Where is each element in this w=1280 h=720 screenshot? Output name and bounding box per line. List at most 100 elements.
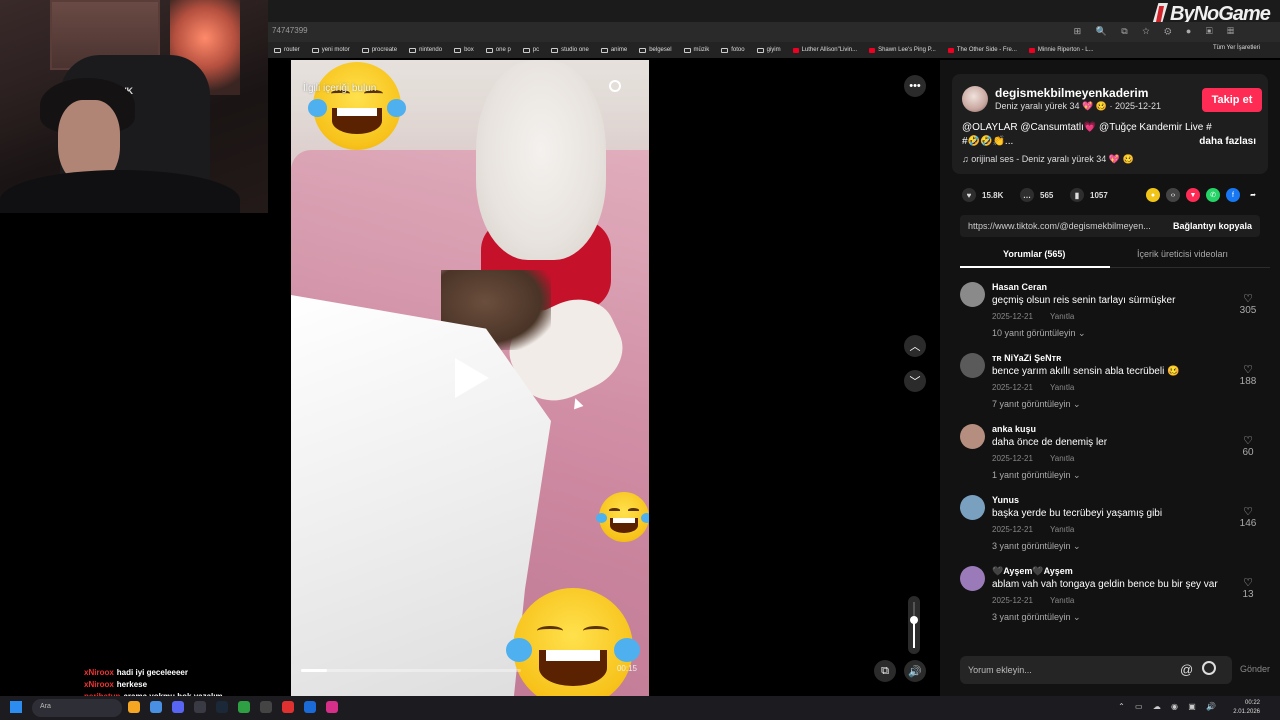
view-replies-button[interactable]: 1 yanıt görüntüleyin ⌄ xyxy=(992,470,1081,481)
app-icon[interactable] xyxy=(260,701,272,713)
picture-in-picture-icon[interactable]: ⧉ xyxy=(874,660,896,682)
send-to-friends-icon[interactable]: ▼ xyxy=(1186,188,1200,202)
like-action[interactable]: ♥ 15.8K xyxy=(962,188,1003,202)
browser-extension-icons[interactable]: ⊞ 🔍 ⧉ ☆ ⚙ ● ▣ ▦ xyxy=(1074,26,1240,37)
comment-like[interactable]: ♡ 188 xyxy=(1236,363,1260,387)
view-replies-button[interactable]: 7 yanıt görüntüleyin ⌄ xyxy=(992,399,1081,410)
bookmark-folder[interactable]: fotoo xyxy=(721,47,745,53)
app-icon[interactable] xyxy=(304,701,316,713)
reply-button[interactable]: Yanıtla xyxy=(1050,596,1074,605)
commenter-avatar[interactable] xyxy=(960,282,985,307)
windows-start-icon[interactable] xyxy=(10,701,22,713)
settings-icon[interactable] xyxy=(194,701,206,713)
commenter-name[interactable]: ᴛʀ NiYaZi ŞeNᴛʀ xyxy=(992,353,1061,363)
app-icon[interactable] xyxy=(282,701,294,713)
previous-video-chevron-up-icon[interactable]: ︿ xyxy=(904,335,926,357)
creator-username[interactable]: degismekbilmeyenkaderim xyxy=(995,86,1148,100)
address-bar[interactable]: 74747399 ⊞ 🔍 ⧉ ☆ ⚙ ● ▣ ▦ xyxy=(268,22,1280,42)
save-action[interactable]: ▮ 1057 xyxy=(1070,188,1108,202)
comment-like[interactable]: ♡ 13 xyxy=(1236,576,1260,600)
commenter-avatar[interactable] xyxy=(960,353,985,378)
bookmark-folder[interactable]: yeni motor xyxy=(311,47,350,53)
comment-action[interactable]: … 565 xyxy=(1020,188,1053,202)
reply-button[interactable]: Yanıtla xyxy=(1050,383,1074,392)
bookmark-folder[interactable]: one p xyxy=(485,47,511,53)
view-replies-button[interactable]: 3 yanıt görüntüleyin ⌄ xyxy=(992,541,1081,552)
share-arrow-icon[interactable]: ➦ xyxy=(1246,188,1260,202)
taskbar-clock[interactable]: 00:22 2.01.2026 xyxy=(1233,699,1260,717)
bookmark-folder[interactable]: procreate xyxy=(361,47,398,53)
bookmark-youtube-item[interactable]: Shawn Lee's Ping P... xyxy=(869,47,936,53)
system-tray-icons[interactable]: ⌃ ▭ ☁ ◉ ▣ 🔊 xyxy=(1118,702,1220,711)
tab-creator-videos[interactable]: İçerik üreticisi videoları xyxy=(1137,249,1228,259)
related-search-bar[interactable]: İlgili içeriği bulun xyxy=(303,78,639,98)
instagram-icon[interactable] xyxy=(326,701,338,713)
more-options-icon[interactable]: ••• xyxy=(904,75,926,97)
view-replies-button[interactable]: 10 yanıt görüntüleyin ⌄ xyxy=(992,328,1086,339)
comment-text: başka yerde bu tecrübeyi yaşamış gibi xyxy=(992,508,1163,519)
folder-icon xyxy=(683,47,691,53)
volume-knob[interactable] xyxy=(910,616,918,624)
send-button[interactable]: Gönder xyxy=(1240,664,1270,674)
taskbar-search[interactable]: Ara xyxy=(32,699,122,717)
comment-item: 🖤Ayşem🖤Ayşem ablam vah vah tongaya geldin… xyxy=(960,566,1260,634)
volume-slider[interactable] xyxy=(908,596,920,654)
bookmark-folder[interactable]: belgesel xyxy=(639,47,672,53)
discord-icon[interactable] xyxy=(172,701,184,713)
reply-button[interactable]: Yanıtla xyxy=(1050,312,1074,321)
all-bookmarks-folder[interactable]: Tüm Yer İşaretleri xyxy=(1213,45,1260,51)
bookmark-label: The Other Side - Fre... xyxy=(956,47,1017,53)
follow-button[interactable]: Takip et xyxy=(1202,88,1262,112)
bookmark-youtube-item[interactable]: The Other Side - Fre... xyxy=(947,47,1017,53)
browser-icon[interactable] xyxy=(150,701,162,713)
reply-button[interactable]: Yanıtla xyxy=(1050,525,1074,534)
bookmark-youtube-item[interactable]: Luther Allison"Livin... xyxy=(792,47,857,53)
bookmark-folder[interactable]: box xyxy=(454,47,474,53)
bookmark-label: procreate xyxy=(371,47,398,53)
file-explorer-icon[interactable] xyxy=(128,701,140,713)
whatsapp-icon[interactable]: ✆ xyxy=(1206,188,1220,202)
comment-like[interactable]: ♡ 60 xyxy=(1236,434,1260,458)
coin-gift-icon[interactable]: ● xyxy=(1146,188,1160,202)
bookmark-folder[interactable]: router xyxy=(274,47,300,53)
comment-like[interactable]: ♡ 305 xyxy=(1236,292,1260,316)
facebook-icon[interactable]: f xyxy=(1226,188,1240,202)
volume-icon[interactable]: 🔊 xyxy=(904,660,926,682)
reply-button[interactable]: Yanıtla xyxy=(1050,454,1074,463)
commenter-name[interactable]: Yunus xyxy=(992,495,1019,505)
video-link[interactable]: https://www.tiktok.com/@degismekbilmeyen… xyxy=(968,221,1158,231)
video-player[interactable]: İlgili içeriği bulun 00:15 xyxy=(291,60,649,696)
copy-link-button[interactable]: Bağlantıyı kopyala xyxy=(1173,221,1252,231)
bookmarks-bar: router yeni motor procreate nintendo box one … xyxy=(268,42,1280,58)
comment-like[interactable]: ♡ 146 xyxy=(1236,505,1260,529)
bookmark-folder[interactable]: müzik xyxy=(683,47,709,53)
commenter-avatar[interactable] xyxy=(960,495,985,520)
commenter-name[interactable]: anka kuşu xyxy=(992,424,1036,434)
show-more-button[interactable]: daha fazlası xyxy=(1199,136,1256,147)
app-icon[interactable] xyxy=(238,701,250,713)
video-progress-bar[interactable] xyxy=(301,669,521,672)
commenter-name[interactable]: 🖤Ayşem🖤Ayşem xyxy=(992,566,1073,577)
bookmark-folder[interactable]: nintendo xyxy=(409,47,442,53)
bookmark-folder[interactable]: anime xyxy=(600,47,627,53)
steam-icon[interactable] xyxy=(216,701,228,713)
play-icon[interactable] xyxy=(455,358,489,398)
bookmark-youtube-item[interactable]: Minnie Riperton - L... xyxy=(1028,47,1094,53)
embed-code-icon[interactable]: ‹› xyxy=(1166,188,1180,202)
bookmark-folder[interactable]: pc xyxy=(522,47,539,53)
creator-avatar[interactable] xyxy=(962,86,988,112)
music-label[interactable]: ♫ orijinal ses - Deniz yaralı yürek 34 💖… xyxy=(962,154,1134,165)
tab-comments[interactable]: Yorumlar (565) xyxy=(1003,249,1065,259)
heart-outline-icon: ♡ xyxy=(1243,293,1253,305)
bookmark-folder[interactable]: giyim xyxy=(756,47,781,53)
bookmark-folder[interactable]: studio one xyxy=(551,47,589,53)
commenter-avatar[interactable] xyxy=(960,424,985,449)
emoji-icon[interactable] xyxy=(1202,661,1216,675)
mention-icon[interactable]: @ xyxy=(1180,662,1193,677)
search-icon[interactable] xyxy=(609,80,621,92)
view-replies-button[interactable]: 3 yanıt görüntüleyin ⌄ xyxy=(992,612,1081,623)
commenter-avatar[interactable] xyxy=(960,566,985,591)
folder-icon xyxy=(409,47,417,53)
next-video-chevron-down-icon[interactable]: ﹀ xyxy=(904,370,926,392)
commenter-name[interactable]: Hasan Ceran xyxy=(992,282,1047,292)
